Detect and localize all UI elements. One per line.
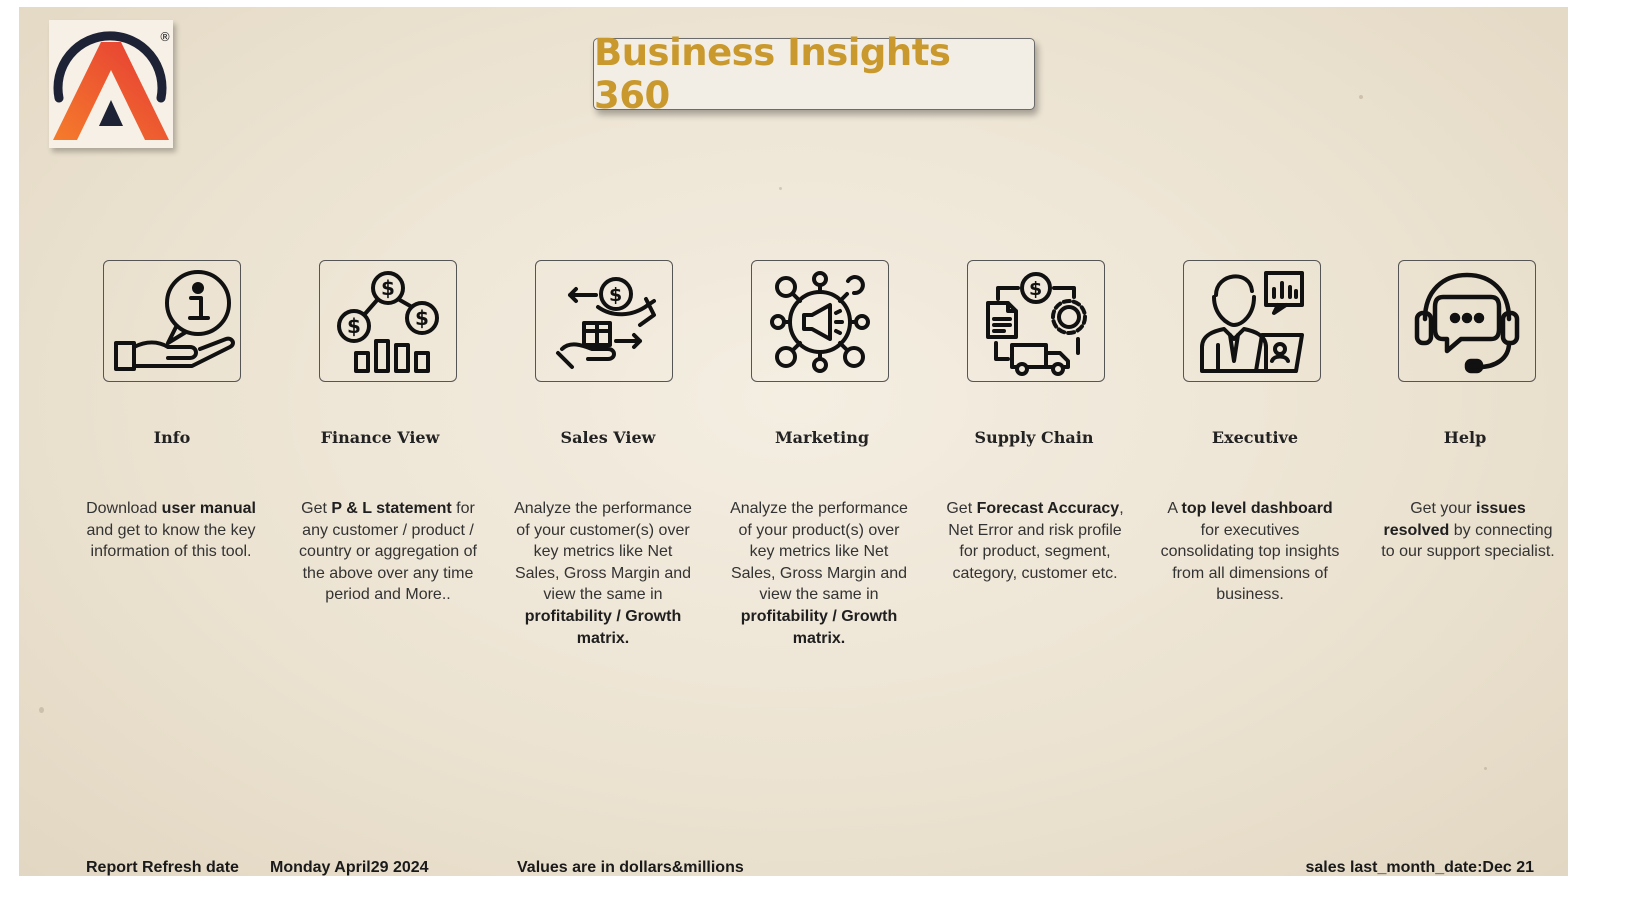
sales-exchange-icon: $	[556, 277, 656, 369]
description-segment: P & L statement	[331, 500, 452, 517]
description-segment: for executives consolidating top insight…	[1160, 521, 1340, 604]
texture-speck	[1484, 767, 1487, 770]
nav-desc-executive: A top level dashboard for executives con…	[1160, 498, 1340, 606]
company-logo: ®	[49, 20, 173, 148]
nav-tile-finance[interactable]: $ $ $	[319, 260, 457, 382]
description-segment: and get to know the key information of t…	[86, 521, 256, 561]
title-box: Business Insights 360	[593, 31, 1035, 117]
nav-label-help[interactable]: Help	[1365, 428, 1565, 447]
description-segment: top level dashboard	[1181, 500, 1333, 517]
refresh-date-label: Report Refresh date	[86, 859, 239, 876]
texture-speck	[39, 707, 44, 713]
description-segment: Get	[301, 500, 332, 517]
nav-label-info[interactable]: Info	[72, 428, 272, 447]
nav-desc-help: Get your issues resolved by connecting t…	[1377, 498, 1559, 563]
nav-label-supply-chain[interactable]: Supply Chain	[934, 428, 1134, 447]
nav-tile-executive[interactable]	[1183, 260, 1321, 382]
supply-chain-icon: $	[986, 272, 1087, 376]
description-segment: Analyze the performance of your customer…	[514, 500, 692, 604]
marketing-megaphone-icon	[770, 271, 870, 373]
nav-desc-supply-chain: Get Forecast Accuracy, Net Error and ris…	[945, 498, 1125, 584]
units-note: Values are in dollars&millions	[517, 859, 744, 876]
nav-desc-finance: Get P & L statement for any customer / p…	[298, 498, 478, 606]
home-canvas: ® Business Insights 360 $ $ $ $ $ Info F…	[19, 7, 1568, 876]
description-segment: A	[1167, 500, 1182, 517]
nav-desc-marketing: Analyze the performance of your product(…	[729, 498, 909, 649]
finance-chart-icon: $ $ $	[337, 271, 439, 373]
svg-text:$: $	[415, 306, 429, 330]
svg-text:$: $	[1029, 278, 1042, 300]
headset-help-icon	[1414, 272, 1520, 374]
nav-label-marketing[interactable]: Marketing	[722, 428, 922, 447]
nav-tile-help[interactable]	[1398, 260, 1536, 382]
refresh-date-value: Monday April29 2024	[270, 859, 429, 876]
svg-text:$: $	[609, 284, 622, 306]
description-segment: Get	[946, 500, 977, 517]
nav-label-finance[interactable]: Finance View	[280, 428, 480, 447]
description-segment: Forecast Accuracy	[976, 500, 1120, 517]
description-segment: Download	[86, 500, 162, 517]
executive-person-icon	[1200, 271, 1304, 373]
texture-speck	[779, 187, 782, 190]
info-hand-icon	[114, 270, 235, 371]
nav-label-sales[interactable]: Sales View	[508, 428, 708, 447]
sales-last-month-date: sales last_month_date:Dec 21	[1305, 859, 1534, 876]
svg-text:$: $	[381, 276, 395, 300]
nav-desc-sales: Analyze the performance of your customer…	[513, 498, 693, 649]
svg-text:$: $	[347, 314, 361, 338]
nav-tile-info[interactable]	[103, 260, 241, 382]
nav-label-executive[interactable]: Executive	[1155, 428, 1355, 447]
texture-speck	[1359, 95, 1363, 99]
nav-tile-marketing[interactable]	[751, 260, 889, 382]
description-segment: profitability / Growth matrix.	[524, 607, 682, 647]
description-segment: Get your	[1410, 500, 1476, 517]
page-title: Business Insights 360	[594, 31, 951, 117]
nav-desc-info: Download user manual and get to know the…	[83, 498, 259, 563]
nav-tile-supply-chain[interactable]: $	[967, 260, 1105, 382]
nav-tile-sales[interactable]: $	[535, 260, 673, 382]
registered-mark: ®	[159, 30, 171, 44]
description-segment: Analyze the performance of your product(…	[730, 500, 908, 604]
logo-mark-icon: ®	[53, 30, 171, 140]
description-segment: user manual	[161, 500, 256, 517]
description-segment: profitability / Growth matrix.	[740, 607, 898, 647]
